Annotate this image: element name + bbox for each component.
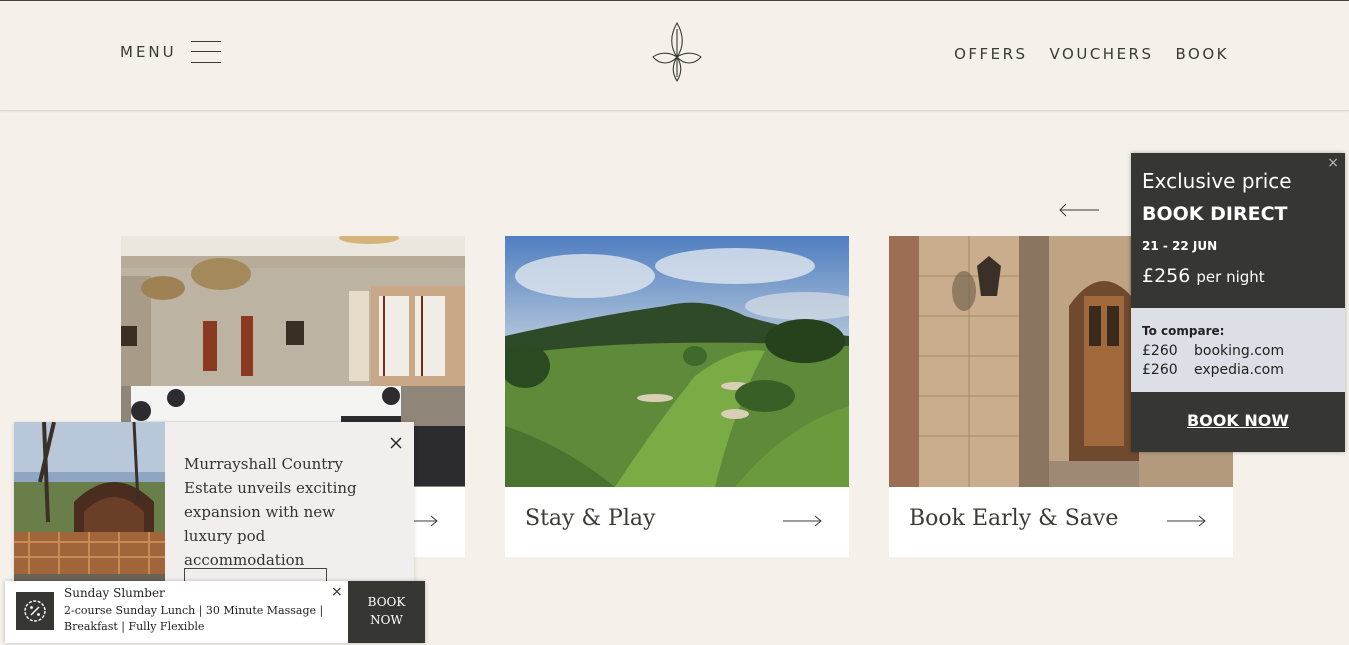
golf-course-image (505, 236, 849, 487)
card-label: Stay & Play (525, 506, 656, 531)
compare-price: £260 (1142, 343, 1178, 359)
book-now-link[interactable]: BOOK NOW (1131, 411, 1345, 430)
compare-site: expedia.com (1194, 362, 1284, 378)
top-nav: OFFERS VOUCHERS BOOK (954, 45, 1229, 63)
cta-line: NOW (370, 613, 403, 627)
logo-icon[interactable] (650, 21, 704, 83)
price-value: £256 (1142, 265, 1191, 287)
site-header: MENU OFFERS VOUCHERS BOOK (0, 1, 1349, 111)
per-night-label: per night (1196, 268, 1265, 286)
compare-panel: To compare: £260 booking.com £260 expedia.… (1131, 308, 1345, 392)
offer-description: 2-course Sunday Lunch | 30 Minute Massag… (64, 604, 324, 633)
close-icon[interactable]: × (1327, 155, 1339, 171)
stay-dates: 21 - 22 JUN (1142, 239, 1218, 253)
price-comparison-widget: × Exclusive price BOOK DIRECT 21 - 22 JU… (1131, 153, 1345, 452)
discount-badge-icon (16, 592, 54, 630)
carousel-prev-arrow-icon[interactable] (1058, 201, 1100, 219)
compare-price: £260 (1142, 362, 1178, 378)
news-popup: Murrayshall Country Estate unveils excit… (14, 422, 414, 584)
nav-book[interactable]: BOOK (1176, 45, 1229, 63)
widget-title: Exclusive price (1142, 169, 1292, 193)
close-icon[interactable] (389, 436, 403, 450)
nav-offers[interactable]: OFFERS (954, 45, 1027, 63)
menu-label: MENU (120, 43, 177, 61)
nav-vouchers[interactable]: VOUCHERS (1050, 45, 1154, 63)
compare-site: booking.com (1194, 343, 1285, 359)
offer-bar: Sunday Slumber 2-course Sunday Lunch | 3… (5, 581, 425, 643)
compare-row: £260 expedia.com (1142, 362, 1284, 378)
news-headline: Murrayshall Country Estate unveils excit… (184, 455, 357, 569)
arrow-right-icon (1167, 515, 1206, 527)
hamburger-icon (190, 41, 221, 63)
arrow-right-icon (783, 515, 822, 527)
cta-line: BOOK (367, 595, 406, 609)
offer-book-now-button[interactable]: BOOK NOW (348, 581, 425, 643)
card-label: Book Early & Save (909, 506, 1119, 531)
direct-price: £256 per night (1142, 265, 1265, 287)
close-icon[interactable]: × (331, 584, 343, 600)
menu-button[interactable]: MENU (120, 41, 221, 63)
book-direct-label: BOOK DIRECT (1142, 203, 1288, 225)
pod-accommodation-image (14, 422, 165, 582)
offer-card-stay-play[interactable]: Stay & Play (505, 236, 849, 557)
compare-row: £260 booking.com (1142, 343, 1284, 359)
offer-title: Sunday Slumber (64, 586, 165, 600)
compare-title: To compare: (1142, 324, 1225, 338)
